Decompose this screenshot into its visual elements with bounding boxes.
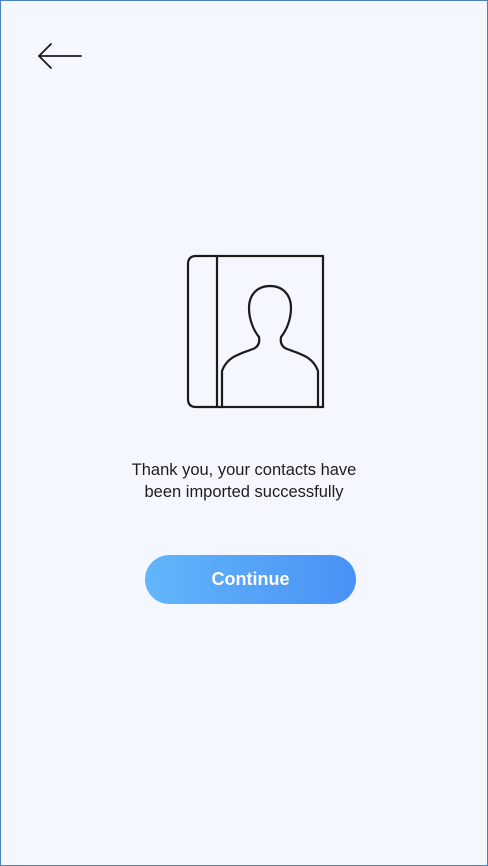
contacts-import-success-screen: Thank you, your contacts have been impor… — [0, 0, 488, 866]
arrow-left-icon — [38, 43, 82, 69]
success-message-line-2: been imported successfully — [144, 483, 344, 501]
continue-button[interactable]: Continue — [145, 555, 356, 604]
contact-book-illustration — [181, 253, 329, 413]
back-button[interactable] — [29, 31, 89, 81]
success-message: Thank you, your contacts have been impor… — [1, 459, 487, 503]
contact-book-icon — [186, 254, 325, 409]
success-message-line-1: Thank you, your contacts have — [131, 461, 357, 479]
